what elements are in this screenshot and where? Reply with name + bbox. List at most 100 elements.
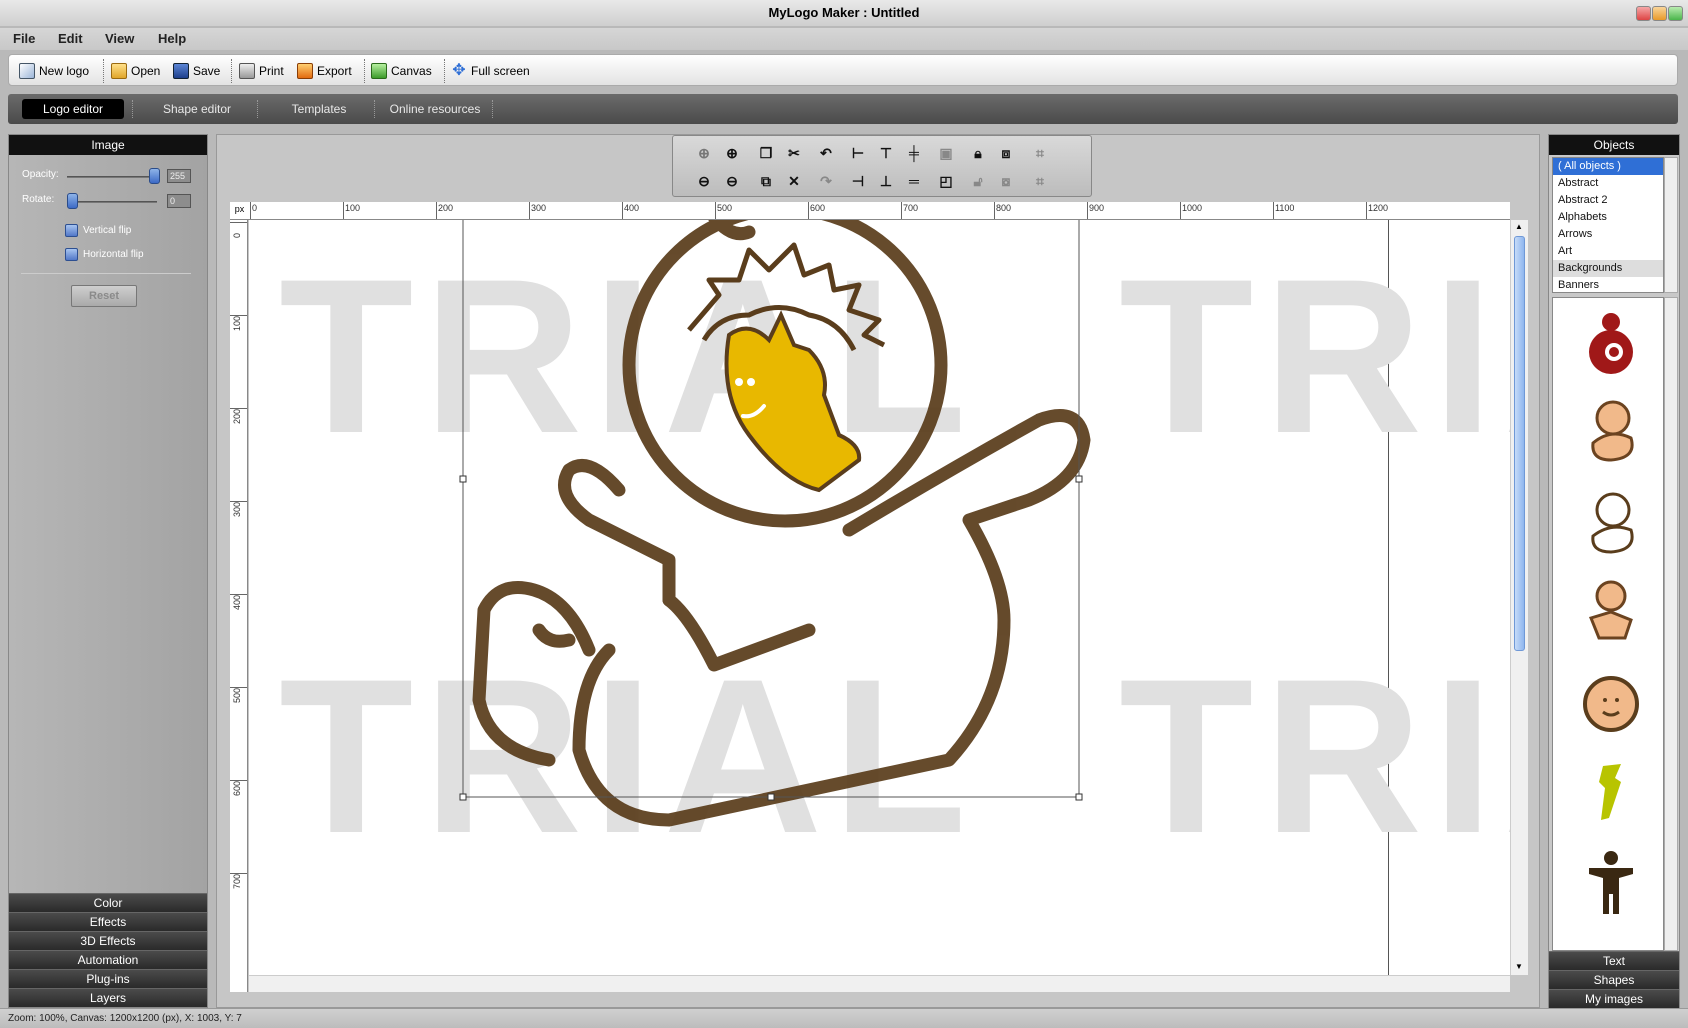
menu-edit[interactable]: Edit (58, 30, 83, 48)
close-button[interactable] (1668, 6, 1683, 21)
scroll-down-arrow-icon[interactable]: ▼ (1515, 962, 1523, 971)
menu-view[interactable]: View (105, 30, 134, 48)
design-canvas[interactable]: TRIAL TRIAL TRIAL TRIAL (249, 220, 1510, 975)
menu-help[interactable]: Help (158, 30, 186, 48)
tab-online-resources[interactable]: Online resources (380, 99, 490, 119)
section-my-images[interactable]: My images (1549, 989, 1679, 1008)
align-right-icon[interactable]: ⊣ (847, 170, 869, 192)
minimize-button[interactable] (1636, 6, 1651, 21)
section-text[interactable]: Text (1549, 951, 1679, 970)
tab-shape-editor[interactable]: Shape editor (142, 99, 252, 119)
vertical-flip-checkbox[interactable] (65, 224, 78, 237)
logo-artwork[interactable] (249, 220, 1510, 975)
section-shapes[interactable]: Shapes (1549, 970, 1679, 989)
copy-icon[interactable]: ❐ (755, 142, 777, 164)
category-item-all[interactable]: ( All objects ) (1553, 158, 1663, 175)
section-color[interactable]: Color (9, 893, 207, 912)
undo-icon[interactable]: ↶ (815, 142, 837, 164)
menu-file[interactable]: File (13, 30, 35, 48)
category-list[interactable]: ( All objects ) Abstract Abstract 2 Alph… (1552, 157, 1664, 293)
rotate-slider-track[interactable] (67, 201, 157, 203)
rotate-slider-thumb[interactable] (67, 193, 78, 209)
gallery-item-crawling-baby-icon[interactable] (1578, 576, 1644, 650)
selection-handle[interactable] (459, 793, 467, 801)
horizontal-flip-checkbox[interactable] (65, 248, 78, 261)
category-item-abstract[interactable]: Abstract (1553, 175, 1663, 192)
open-label: Open (131, 64, 161, 78)
new-logo-button[interactable]: New logo (19, 61, 89, 81)
redo-icon[interactable]: ↷ (815, 170, 837, 192)
section-automation[interactable]: Automation (9, 950, 207, 969)
section-layers[interactable]: Layers (9, 988, 207, 1007)
ruler-tick-mark (1273, 202, 1274, 219)
align-bottom-icon[interactable]: ⊥ (875, 170, 897, 192)
align-left-icon[interactable]: ⊢ (847, 142, 869, 164)
canvas-horizontal-scrollbar[interactable] (249, 975, 1510, 992)
group-icon[interactable]: ⧈ (995, 142, 1017, 164)
category-item-backgrounds[interactable]: Backgrounds (1553, 260, 1663, 277)
selection-handle[interactable] (1075, 793, 1083, 801)
save-button[interactable]: Save (173, 61, 220, 81)
transform-icon[interactable]: ⌗ (1029, 170, 1051, 192)
object-gallery[interactable] (1552, 297, 1664, 951)
tab-templates[interactable]: Templates (264, 99, 374, 119)
category-scrollbar[interactable] (1664, 157, 1678, 293)
canvas-button[interactable]: Canvas (371, 61, 432, 81)
category-item-banners[interactable]: Banners (1553, 277, 1663, 292)
lock-icon[interactable]: 🔒︎ (967, 142, 989, 164)
ungroup-icon[interactable]: ⧇ (995, 170, 1017, 192)
ruler-tick-mark (901, 202, 902, 219)
paste-icon[interactable]: ⧉ (755, 170, 777, 192)
gallery-item-person-icon[interactable] (1578, 846, 1644, 920)
selection-handle[interactable] (1075, 475, 1083, 483)
scroll-up-arrow-icon[interactable]: ▲ (1515, 222, 1523, 231)
open-button[interactable]: Open (111, 61, 160, 81)
panel-header-objects: Objects (1549, 135, 1679, 155)
section-3d-effects[interactable]: 3D Effects (9, 931, 207, 950)
selection-handle[interactable] (767, 793, 775, 801)
tab-separator (492, 100, 493, 118)
zoom-fit-icon[interactable]: ⊕ (693, 142, 715, 164)
scroll-thumb[interactable] (1514, 236, 1525, 651)
category-item-abstract-2[interactable]: Abstract 2 (1553, 192, 1663, 209)
canvas-vertical-scrollbar[interactable]: ▲ ▼ (1510, 220, 1528, 975)
tab-separator (132, 100, 133, 118)
category-item-alphabets[interactable]: Alphabets (1553, 209, 1663, 226)
opacity-value-field[interactable]: 255 (167, 169, 191, 183)
full-screen-button[interactable]: ✥ Full screen (451, 61, 529, 81)
category-item-art[interactable]: Art (1553, 243, 1663, 260)
cut-icon[interactable]: ✂ (783, 142, 805, 164)
unlock-icon[interactable]: 🔓︎ (967, 170, 989, 192)
export-button[interactable]: Export (297, 61, 352, 81)
section-plug-ins[interactable]: Plug-ins (9, 969, 207, 988)
gallery-item-baby-color-icon[interactable] (1578, 396, 1644, 470)
selection-handle[interactable] (459, 475, 467, 483)
opacity-slider-track[interactable] (67, 176, 157, 178)
rotate-value-field[interactable]: 0 (167, 194, 191, 208)
zoom-in-icon[interactable]: ⊕ (721, 142, 743, 164)
align-top-icon[interactable]: ⊤ (875, 142, 897, 164)
crop-icon[interactable]: ⌗ (1029, 142, 1051, 164)
zoom-out-icon[interactable]: ⊖ (721, 170, 743, 192)
maximize-button[interactable] (1652, 6, 1667, 21)
tab-logo-editor[interactable]: Logo editor (22, 99, 124, 119)
gallery-item-baby-outline-icon[interactable] (1578, 486, 1644, 560)
opacity-slider-thumb[interactable] (149, 168, 160, 184)
delete-icon[interactable]: ✕ (783, 170, 805, 192)
ruler-tick-label: 200 (438, 203, 454, 213)
zoom-out-fit-icon[interactable]: ⊖ (693, 170, 715, 192)
align-center-icon[interactable]: ╪ (903, 142, 925, 164)
section-effects[interactable]: Effects (9, 912, 207, 931)
bring-front-icon[interactable]: ▣ (935, 142, 957, 164)
send-back-icon[interactable]: ◰ (935, 170, 957, 192)
category-item-arrows[interactable]: Arrows (1553, 226, 1663, 243)
gallery-item-mother-icon[interactable] (1578, 306, 1644, 380)
gallery-item-graduate-icon[interactable] (1578, 756, 1644, 830)
ruler-tick-label: 700 (232, 873, 242, 889)
ruler-tick-mark (715, 202, 716, 219)
align-middle-icon[interactable]: ═ (903, 170, 925, 192)
reset-button[interactable]: Reset (71, 285, 137, 307)
gallery-item-face-icon[interactable] (1578, 666, 1644, 740)
gallery-scrollbar[interactable] (1664, 297, 1678, 951)
print-button[interactable]: Print (239, 61, 284, 81)
